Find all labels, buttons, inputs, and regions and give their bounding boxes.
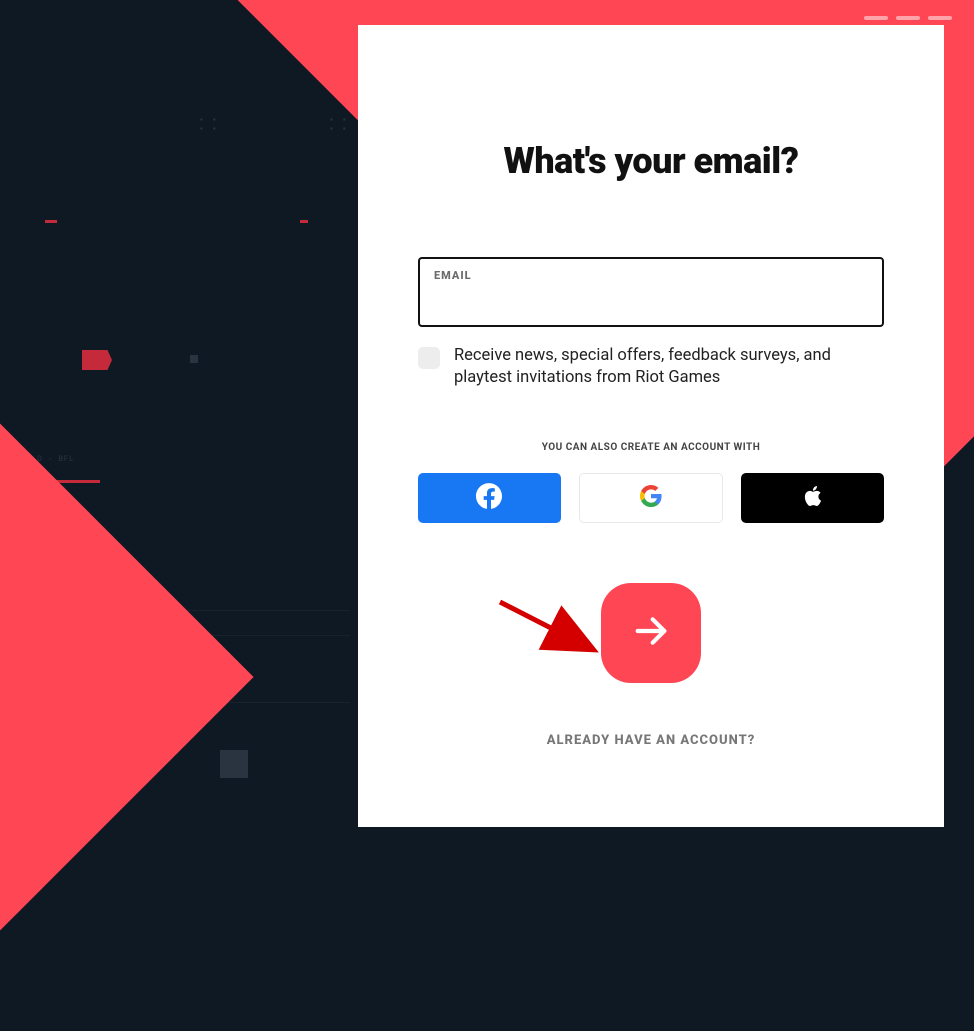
google-icon	[639, 484, 663, 511]
social-heading: YOU CAN ALSO CREATE AN ACCOUNT WITH	[418, 442, 884, 453]
newsletter-checkbox[interactable]	[418, 347, 440, 369]
deco-dots-icon: ▪ ▪▪ ▪	[200, 115, 220, 133]
deco-square	[190, 355, 198, 363]
signup-card: What's your email? EMAIL Receive news, s…	[358, 25, 944, 827]
social-buttons-row	[418, 473, 884, 523]
facebook-icon	[476, 483, 502, 512]
email-label: EMAIL	[434, 269, 868, 282]
deco-dots-icon: ▪ ▪▪ ▪	[330, 115, 350, 133]
already-have-account-link[interactable]: ALREADY HAVE AN ACCOUNT?	[418, 733, 884, 748]
apple-signup-button[interactable]	[741, 473, 884, 523]
deco-line	[45, 220, 57, 223]
newsletter-checkbox-row: Receive news, special offers, feedback s…	[418, 345, 884, 390]
google-signup-button[interactable]	[579, 473, 724, 523]
progress-segment	[928, 16, 952, 20]
facebook-signup-button[interactable]	[418, 473, 561, 523]
deco-line	[300, 220, 308, 223]
email-field[interactable]	[434, 286, 868, 304]
apple-icon	[801, 483, 825, 512]
next-button[interactable]	[601, 583, 701, 683]
progress-segment	[896, 16, 920, 20]
arrow-right-icon	[631, 611, 671, 654]
page-title: What's your email?	[418, 140, 884, 182]
progress-indicator	[864, 16, 952, 20]
email-input-group[interactable]: EMAIL	[418, 257, 884, 327]
newsletter-label: Receive news, special offers, feedback s…	[454, 345, 884, 390]
deco-tag-icon	[82, 350, 112, 370]
progress-segment	[864, 16, 888, 20]
deco-square	[220, 750, 248, 778]
